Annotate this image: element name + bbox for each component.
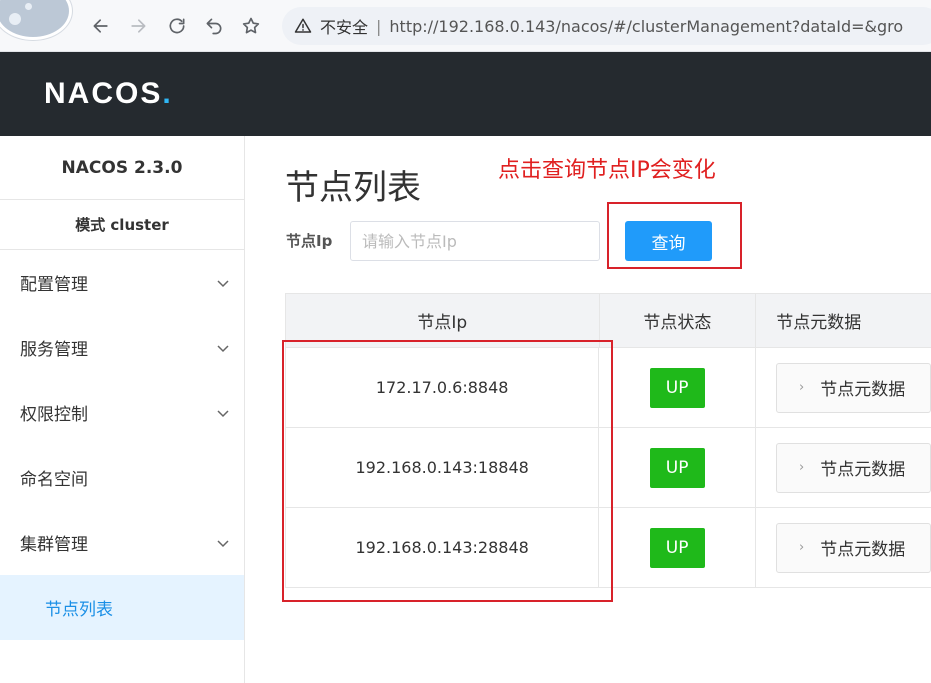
logo-text: NACOS	[44, 77, 163, 110]
nacos-logo[interactable]: NACOS.	[44, 77, 173, 111]
sidebar-item-label: 配置管理	[20, 275, 88, 295]
reload-icon[interactable]	[164, 13, 190, 39]
node-ip-cell: 192.168.0.143:28848	[286, 508, 600, 587]
status-badge: UP	[649, 447, 705, 488]
node-table: 节点Ip 节点状态 节点元数据 172.17.0.6:8848 UP › 节点元数…	[285, 293, 931, 588]
node-meta-cell: › 节点元数据	[756, 428, 931, 507]
sidebar-item-auth[interactable]: 权限控制	[0, 380, 244, 445]
node-ip-cell: 192.168.0.143:18848	[286, 428, 600, 507]
chevron-down-icon	[217, 279, 229, 287]
sidebar-item-label: 权限控制	[20, 405, 88, 425]
column-header-ip: 节点Ip	[286, 294, 600, 347]
sidebar-item-label: 命名空间	[20, 470, 88, 490]
warning-icon	[294, 18, 312, 33]
chevron-right-icon: ›	[799, 380, 805, 395]
node-state-cell: UP	[599, 508, 756, 587]
profile-avatar[interactable]	[0, 0, 72, 40]
table-row: 192.168.0.143:28848 UP › 节点元数据	[286, 508, 931, 588]
back-icon[interactable]	[88, 13, 114, 39]
forward-icon[interactable]	[125, 13, 151, 39]
insecure-label: 不安全	[320, 18, 369, 37]
address-separator: |	[376, 16, 382, 36]
chevron-right-icon: ›	[799, 540, 805, 555]
sidebar: NACOS 2.3.0 模式 cluster 配置管理 服务管理 权限控制 命名…	[0, 136, 245, 683]
chevron-down-icon	[217, 344, 229, 352]
sidebar-version: NACOS 2.3.0	[0, 136, 244, 200]
node-state-cell: UP	[599, 428, 756, 507]
sidebar-item-service[interactable]: 服务管理	[0, 315, 244, 380]
node-meta-cell: › 节点元数据	[756, 508, 931, 587]
node-ip-input[interactable]	[350, 221, 600, 261]
app-header: NACOS.	[0, 52, 931, 136]
logo-dot: .	[162, 77, 173, 110]
browser-toolbar: 不安全 | http://192.168.0.143/nacos/#/clust…	[0, 0, 931, 52]
sidebar-item-cluster[interactable]: 集群管理	[0, 510, 244, 575]
column-header-metadata: 节点元数据	[776, 313, 862, 333]
table-row: 192.168.0.143:18848 UP › 节点元数据	[286, 428, 931, 508]
status-badge: UP	[649, 367, 705, 408]
table-header: 节点Ip 节点状态 节点元数据	[286, 294, 931, 348]
chevron-right-icon: ›	[799, 460, 805, 475]
metadata-expand-button[interactable]: › 节点元数据	[776, 442, 931, 493]
undo-icon[interactable]	[201, 13, 227, 39]
url-text[interactable]: http://192.168.0.143/nacos/#/clusterMana…	[389, 17, 903, 36]
sidebar-item-label: 集群管理	[20, 535, 88, 555]
annotation-text: 点击查询节点IP会变化	[498, 158, 716, 183]
query-button[interactable]: 查询	[625, 221, 712, 261]
filter-label: 节点Ip	[286, 232, 333, 250]
table-row: 172.17.0.6:8848 UP › 节点元数据	[286, 348, 931, 428]
bookmark-star-icon[interactable]	[238, 13, 264, 39]
metadata-label: 节点元数据	[820, 460, 906, 480]
status-badge: UP	[649, 527, 705, 568]
chevron-down-icon	[217, 409, 229, 417]
sidebar-mode: 模式 cluster	[0, 200, 244, 250]
chevron-down-icon	[217, 539, 229, 547]
address-bar[interactable]: 不安全 | http://192.168.0.143/nacos/#/clust…	[282, 7, 931, 45]
node-ip-cell: 172.17.0.6:8848	[286, 348, 600, 427]
sidebar-item-namespace[interactable]: 命名空间	[0, 445, 244, 510]
metadata-label: 节点元数据	[820, 380, 906, 400]
sidebar-item-label: 服务管理	[20, 340, 88, 360]
column-header-state: 节点状态	[600, 294, 757, 347]
page-title: 节点列表	[285, 168, 421, 208]
node-state-cell: UP	[599, 348, 756, 427]
metadata-label: 节点元数据	[820, 540, 906, 560]
node-meta-cell: › 节点元数据	[756, 348, 931, 427]
metadata-expand-button[interactable]: › 节点元数据	[776, 362, 931, 413]
metadata-expand-button[interactable]: › 节点元数据	[776, 522, 931, 573]
sidebar-subitem-node-list[interactable]: 节点列表	[0, 575, 244, 640]
sidebar-item-config[interactable]: 配置管理	[0, 250, 244, 315]
